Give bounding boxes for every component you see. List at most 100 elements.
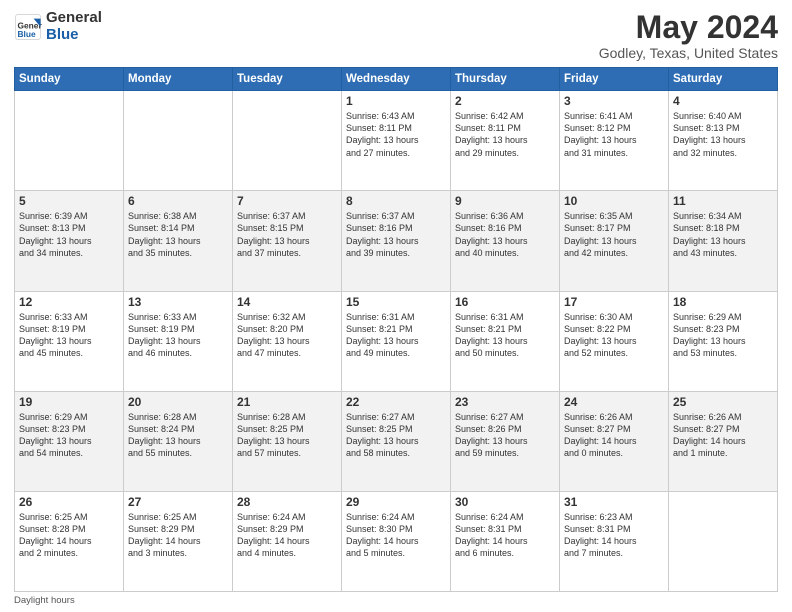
footer-note: Daylight hours	[14, 595, 778, 606]
day-info: Sunrise: 6:28 AM Sunset: 8:25 PM Dayligh…	[237, 411, 337, 460]
calendar-cell-3-1: 12Sunrise: 6:33 AM Sunset: 8:19 PM Dayli…	[15, 291, 124, 391]
day-number: 19	[19, 395, 119, 409]
calendar-week-2: 5 Sunrise: 6:39 AM Sunset: 8:13 PM Daylig…	[15, 191, 778, 291]
day-info: Sunrise: 6:27 AM Sunset: 8:26 PM Dayligh…	[455, 411, 555, 460]
calendar-cell-4-3: 21 Sunrise: 6:28 AM Sunset: 8:25 PM Dayli…	[233, 391, 342, 491]
day-number: 29	[346, 495, 446, 509]
calendar-header-tuesday: Tuesday	[233, 68, 342, 91]
day-number: 10	[564, 194, 664, 208]
day-info: Sunrise: 6:24 AM Sunset: 8:31 PM Dayligh…	[455, 511, 555, 560]
day-info: Sunrise: 6:35 AM Sunset: 8:17 PM Dayligh…	[564, 210, 664, 259]
calendar-cell-3-6: 17 Sunrise: 6:30 AM Sunset: 8:22 PM Dayli…	[560, 291, 669, 391]
day-number: 28	[237, 495, 337, 509]
calendar-week-5: 26 Sunrise: 6:25 AM Sunset: 8:28 PM Dayli…	[15, 491, 778, 591]
calendar-cell-1-1	[15, 91, 124, 191]
logo-icon: General Blue	[14, 13, 42, 41]
calendar-cell-2-7: 11 Sunrise: 6:34 AM Sunset: 8:18 PM Dayli…	[669, 191, 778, 291]
calendar-cell-1-7: 4 Sunrise: 6:40 AM Sunset: 8:13 PM Daylig…	[669, 91, 778, 191]
calendar-cell-5-2: 27 Sunrise: 6:25 AM Sunset: 8:29 PM Dayli…	[124, 491, 233, 591]
day-info: Sunrise: 6:31 AM Sunset: 8:21 PM Dayligh…	[455, 311, 555, 360]
day-number: 13	[128, 295, 228, 309]
day-number: 5	[19, 194, 119, 208]
calendar-header-friday: Friday	[560, 68, 669, 91]
calendar-cell-3-5: 16 Sunrise: 6:31 AM Sunset: 8:21 PM Dayli…	[451, 291, 560, 391]
calendar-cell-5-4: 29 Sunrise: 6:24 AM Sunset: 8:30 PM Dayli…	[342, 491, 451, 591]
day-number: 26	[19, 495, 119, 509]
day-number: 4	[673, 94, 773, 108]
day-info: Sunrise: 6:29 AM Sunset: 8:23 PM Dayligh…	[673, 311, 773, 360]
logo-blue: Blue	[46, 27, 102, 44]
day-number: 25	[673, 395, 773, 409]
day-info: Sunrise: 6:39 AM Sunset: 8:13 PM Dayligh…	[19, 210, 119, 259]
calendar-week-1: 1 Sunrise: 6:43 AM Sunset: 8:11 PM Daylig…	[15, 91, 778, 191]
day-number: 31	[564, 495, 664, 509]
day-info: Sunrise: 6:30 AM Sunset: 8:22 PM Dayligh…	[564, 311, 664, 360]
calendar-cell-4-5: 23 Sunrise: 6:27 AM Sunset: 8:26 PM Dayli…	[451, 391, 560, 491]
page: General Blue General Blue May 2024 Godle…	[0, 0, 792, 612]
day-info: Sunrise: 6:26 AM Sunset: 8:27 PM Dayligh…	[673, 411, 773, 460]
calendar-cell-4-2: 20 Sunrise: 6:28 AM Sunset: 8:24 PM Dayli…	[124, 391, 233, 491]
logo-general: General	[46, 10, 102, 27]
day-info: Sunrise: 6:32 AM Sunset: 8:20 PM Dayligh…	[237, 311, 337, 360]
calendar-cell-3-2: 13 Sunrise: 6:33 AM Sunset: 8:19 PM Dayli…	[124, 291, 233, 391]
day-number: 7	[237, 194, 337, 208]
day-info: Sunrise: 6:29 AM Sunset: 8:23 PM Dayligh…	[19, 411, 119, 460]
calendar-cell-5-5: 30 Sunrise: 6:24 AM Sunset: 8:31 PM Dayli…	[451, 491, 560, 591]
day-number: 27	[128, 495, 228, 509]
calendar-header-row: SundayMondayTuesdayWednesdayThursdayFrid…	[15, 68, 778, 91]
day-info: Sunrise: 6:33 AM Sunset: 8:19 PM Dayligh…	[128, 311, 228, 360]
day-info: Sunrise: 6:26 AM Sunset: 8:27 PM Dayligh…	[564, 411, 664, 460]
day-info: Sunrise: 6:43 AM Sunset: 8:11 PM Dayligh…	[346, 110, 446, 159]
day-info: Sunrise: 6:24 AM Sunset: 8:29 PM Dayligh…	[237, 511, 337, 560]
calendar-header-monday: Monday	[124, 68, 233, 91]
day-number: 11	[673, 194, 773, 208]
day-number: 15	[346, 295, 446, 309]
calendar-week-4: 19 Sunrise: 6:29 AM Sunset: 8:23 PM Dayli…	[15, 391, 778, 491]
day-info: Sunrise: 6:25 AM Sunset: 8:28 PM Dayligh…	[19, 511, 119, 560]
calendar-cell-2-2: 6Sunrise: 6:38 AM Sunset: 8:14 PM Daylig…	[124, 191, 233, 291]
calendar-cell-1-5: 2Sunrise: 6:42 AM Sunset: 8:11 PM Daylig…	[451, 91, 560, 191]
day-info: Sunrise: 6:41 AM Sunset: 8:12 PM Dayligh…	[564, 110, 664, 159]
day-info: Sunrise: 6:27 AM Sunset: 8:25 PM Dayligh…	[346, 411, 446, 460]
day-info: Sunrise: 6:28 AM Sunset: 8:24 PM Dayligh…	[128, 411, 228, 460]
calendar-cell-1-4: 1 Sunrise: 6:43 AM Sunset: 8:11 PM Daylig…	[342, 91, 451, 191]
top-bar: General Blue General Blue May 2024 Godle…	[14, 10, 778, 61]
calendar-header-sunday: Sunday	[15, 68, 124, 91]
day-number: 20	[128, 395, 228, 409]
day-number: 14	[237, 295, 337, 309]
day-number: 16	[455, 295, 555, 309]
calendar-cell-4-1: 19 Sunrise: 6:29 AM Sunset: 8:23 PM Dayli…	[15, 391, 124, 491]
day-info: Sunrise: 6:40 AM Sunset: 8:13 PM Dayligh…	[673, 110, 773, 159]
calendar-cell-5-1: 26 Sunrise: 6:25 AM Sunset: 8:28 PM Dayli…	[15, 491, 124, 591]
day-number: 9	[455, 194, 555, 208]
calendar-cell-3-3: 14 Sunrise: 6:32 AM Sunset: 8:20 PM Dayli…	[233, 291, 342, 391]
day-number: 1	[346, 94, 446, 108]
calendar-cell-5-6: 31Sunrise: 6:23 AM Sunset: 8:31 PM Dayli…	[560, 491, 669, 591]
day-info: Sunrise: 6:31 AM Sunset: 8:21 PM Dayligh…	[346, 311, 446, 360]
day-number: 24	[564, 395, 664, 409]
calendar-cell-2-1: 5 Sunrise: 6:39 AM Sunset: 8:13 PM Daylig…	[15, 191, 124, 291]
day-number: 21	[237, 395, 337, 409]
calendar-header-saturday: Saturday	[669, 68, 778, 91]
calendar-cell-5-3: 28 Sunrise: 6:24 AM Sunset: 8:29 PM Dayli…	[233, 491, 342, 591]
calendar-cell-3-7: 18Sunrise: 6:29 AM Sunset: 8:23 PM Dayli…	[669, 291, 778, 391]
day-number: 6	[128, 194, 228, 208]
calendar-header-thursday: Thursday	[451, 68, 560, 91]
day-info: Sunrise: 6:34 AM Sunset: 8:18 PM Dayligh…	[673, 210, 773, 259]
day-info: Sunrise: 6:24 AM Sunset: 8:30 PM Dayligh…	[346, 511, 446, 560]
calendar-cell-4-7: 25 Sunrise: 6:26 AM Sunset: 8:27 PM Dayli…	[669, 391, 778, 491]
day-info: Sunrise: 6:42 AM Sunset: 8:11 PM Dayligh…	[455, 110, 555, 159]
day-number: 17	[564, 295, 664, 309]
logo: General Blue General Blue	[14, 10, 102, 43]
title-block: May 2024 Godley, Texas, United States	[599, 10, 778, 61]
day-info: Sunrise: 6:25 AM Sunset: 8:29 PM Dayligh…	[128, 511, 228, 560]
day-number: 3	[564, 94, 664, 108]
day-number: 30	[455, 495, 555, 509]
day-number: 23	[455, 395, 555, 409]
calendar-cell-5-7	[669, 491, 778, 591]
calendar-header-wednesday: Wednesday	[342, 68, 451, 91]
calendar-cell-1-6: 3 Sunrise: 6:41 AM Sunset: 8:12 PM Daylig…	[560, 91, 669, 191]
calendar-cell-3-4: 15 Sunrise: 6:31 AM Sunset: 8:21 PM Dayli…	[342, 291, 451, 391]
calendar-cell-2-4: 8Sunrise: 6:37 AM Sunset: 8:16 PM Daylig…	[342, 191, 451, 291]
day-number: 8	[346, 194, 446, 208]
